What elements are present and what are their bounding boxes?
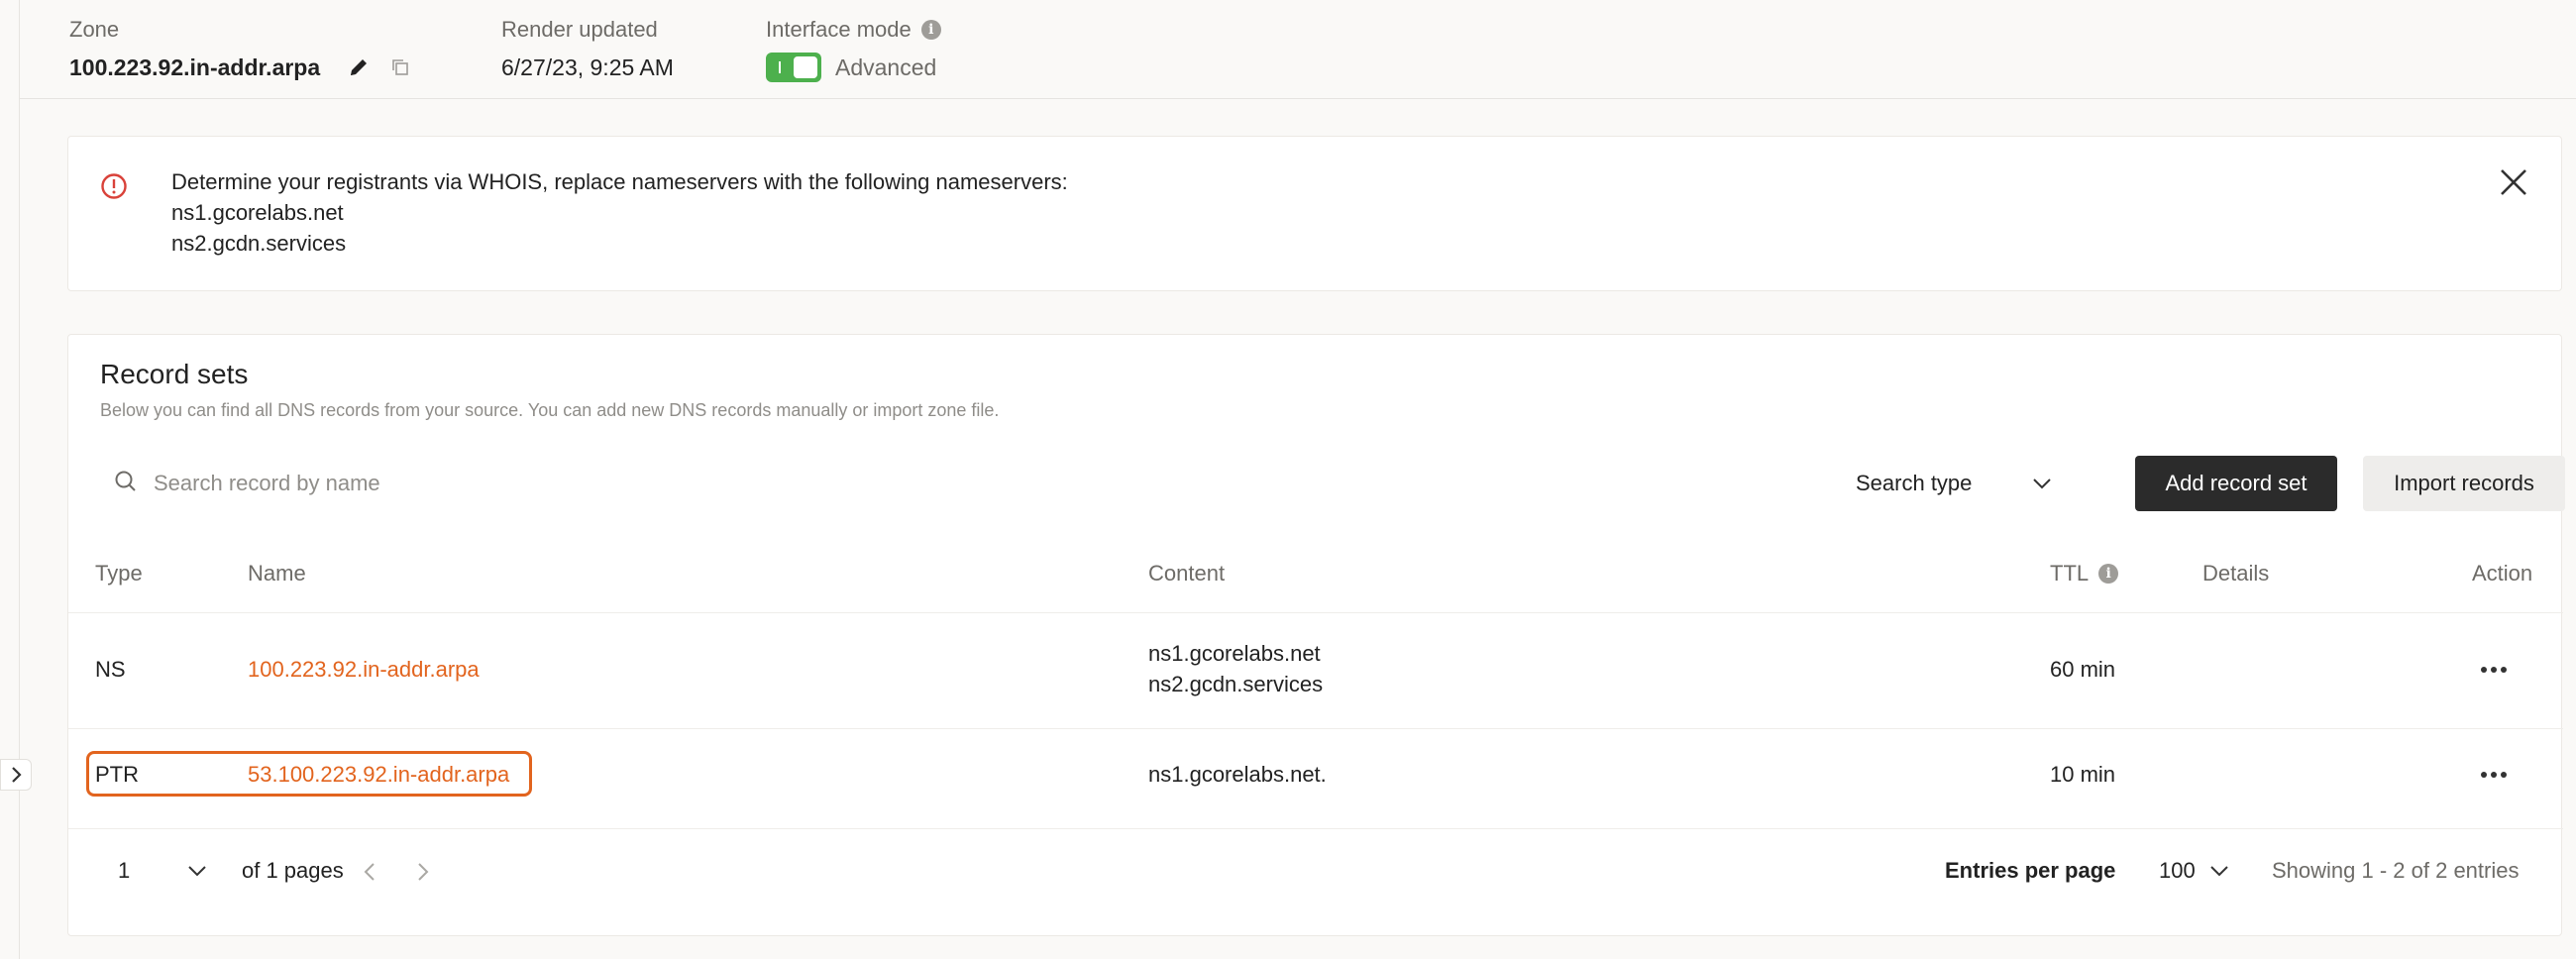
divider (68, 828, 2563, 829)
zone-name: 100.223.92.in-addr.arpa (69, 54, 321, 80)
alert-circle-icon (100, 172, 128, 205)
chevron-left-icon (364, 863, 375, 881)
chevron-down-icon (2210, 866, 2228, 877)
chevron-down-icon (2033, 479, 2051, 489)
mode-label: Interface mode (766, 17, 912, 42)
mode-label-row: Interface mode i (766, 16, 941, 44)
entries-label: Entries per page (1945, 858, 2116, 883)
alert-text: Determine your registrants via WHOIS, re… (171, 166, 1068, 259)
content-value: ns1.gcorelabs.net (1148, 641, 1321, 666)
more-horizontal-icon (2481, 772, 2507, 778)
search-box (100, 456, 1784, 511)
divider (68, 612, 2563, 613)
page-select-value: 1 (118, 858, 131, 883)
chevron-right-icon (418, 863, 429, 881)
toggle-on-mark (779, 61, 781, 73)
interface-mode: Interface mode i Advanced (766, 16, 941, 83)
copy-zone-button[interactable] (389, 56, 411, 78)
zone-value-row: 100.223.92.in-addr.arpa (69, 52, 411, 83)
record-name-link[interactable]: 53.100.223.92.in-addr.arpa (248, 759, 509, 790)
alert-nameserver: ns1.gcorelabs.net (171, 200, 344, 225)
add-record-set-button[interactable]: Add record set (2135, 456, 2337, 511)
record-ttl: 60 min (2050, 657, 2116, 682)
zone-info: Zone 100.223.92.in-addr.arpa (69, 16, 411, 83)
page-count: of 1 pages (242, 858, 344, 883)
record-ttl: 10 min (2050, 762, 2116, 787)
column-header-type: Type (95, 561, 143, 586)
more-horizontal-icon (2481, 667, 2507, 673)
record-sets-subtitle: Below you can find all DNS records from … (100, 400, 1000, 420)
column-header-details: Details (2202, 561, 2270, 586)
column-header-ttl: TTL i (2050, 561, 2119, 586)
record-sets-title: Record sets (100, 359, 249, 389)
nameserver-alert: Determine your registrants via WHOIS, re… (67, 136, 2562, 291)
close-alert-button[interactable] (2496, 164, 2531, 200)
toolbar: Search type Add record set Import record… (100, 456, 2565, 511)
zone-label: Zone (69, 17, 120, 42)
render-value: 6/27/23, 9:25 AM (501, 54, 674, 80)
alert-message: Determine your registrants via WHOIS, re… (171, 169, 1068, 194)
row-actions-button[interactable] (2476, 655, 2512, 685)
interface-mode-toggle[interactable] (766, 53, 821, 82)
row-actions-button[interactable] (2476, 760, 2512, 790)
pencil-icon (351, 59, 368, 75)
render-label: Render updated (501, 17, 658, 42)
render-info: Render updated 6/27/23, 9:25 AM (501, 16, 674, 83)
mode-toggle-row: Advanced (766, 52, 941, 83)
import-records-button[interactable]: Import records (2363, 456, 2565, 511)
close-icon (2501, 169, 2526, 195)
divider (68, 728, 2563, 729)
search-type-select[interactable]: Search type (1834, 456, 2062, 511)
copy-icon (392, 59, 408, 75)
search-type-value: Search type (1856, 471, 1973, 495)
toggle-knob (794, 56, 817, 78)
entries-per-page-select[interactable]: 100 (2159, 858, 2229, 884)
chevron-right-icon (12, 767, 22, 783)
next-page-button[interactable] (417, 862, 429, 882)
entries-per-page-value: 100 (2159, 858, 2196, 883)
alert-nameserver: ns2.gcdn.services (171, 231, 347, 256)
mode-value: Advanced (835, 54, 937, 80)
info-icon[interactable]: i (920, 20, 941, 40)
content-value: ns1.gcorelabs.net. (1148, 762, 1327, 787)
column-header-action: Action (2472, 561, 2533, 586)
column-header-name: Name (248, 561, 306, 586)
expand-sidebar-button[interactable] (0, 759, 32, 791)
left-rail (0, 0, 20, 959)
page-select[interactable]: 1 (118, 858, 207, 884)
record-sets-card: Record sets Below you can find all DNS r… (67, 334, 2565, 936)
showing-entries: Showing 1 - 2 of 2 entries (2272, 858, 2520, 883)
edit-zone-button[interactable] (348, 56, 370, 78)
info-icon[interactable]: i (2098, 564, 2119, 584)
record-type: PTR (95, 762, 139, 787)
zone-header: Zone 100.223.92.in-addr.arpa Render upda… (20, 0, 2576, 99)
record-type: NS (95, 657, 126, 682)
ttl-label: TTL (2050, 561, 2090, 586)
record-name-link[interactable]: 100.223.92.in-addr.arpa (248, 654, 480, 685)
prev-page-button[interactable] (364, 862, 376, 882)
chevron-down-icon (188, 866, 206, 877)
search-input[interactable] (154, 471, 1640, 496)
record-content: ns1.gcorelabs.net. (1148, 759, 1327, 790)
content-value: ns2.gcdn.services (1148, 672, 1324, 696)
record-content: ns1.gcorelabs.net ns2.gcdn.services (1148, 638, 1323, 699)
search-icon (114, 470, 138, 498)
column-header-content: Content (1148, 561, 1226, 586)
